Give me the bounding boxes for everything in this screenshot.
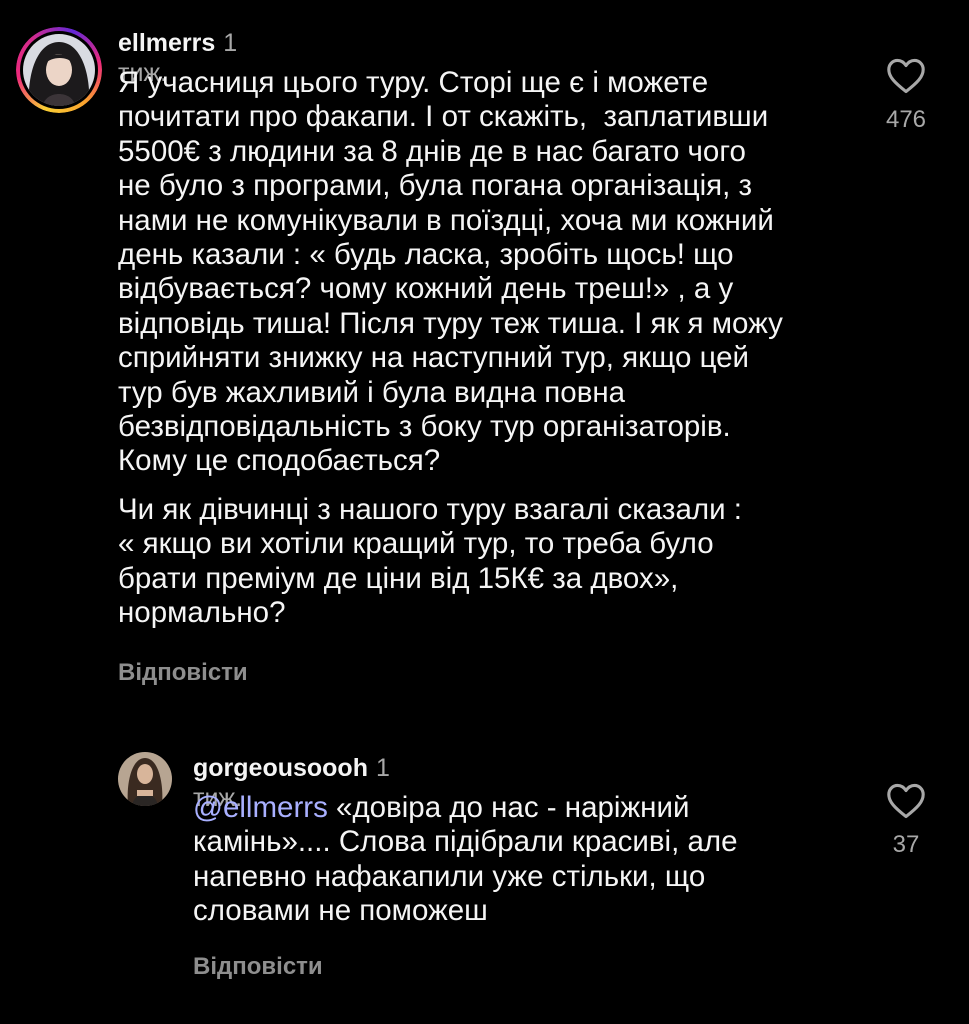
comment-line: безвідповідальність з боку тур організат… [118, 410, 731, 444]
comment-line: нами не комунікували в поїздці, хоча ми … [118, 203, 774, 237]
comment-first-line: @ellmerrs «довіра до нас - наріжний [193, 791, 738, 825]
comment-line: Чи як дівчинці з нашого туру взагалі ска… [118, 492, 742, 526]
avatar [23, 34, 95, 106]
comment-line: « якщо ви хотіли кращий тур, то треба бу… [118, 527, 714, 561]
comment-line: відповідь тиша! Після туру теж тиша. І я… [118, 306, 783, 340]
avatar[interactable] [118, 752, 172, 806]
story-ring [16, 27, 102, 113]
comment-line: словами не поможеш [193, 894, 488, 928]
comment-line: сприйняти знижку на наступний тур, якщо … [118, 341, 750, 375]
avatar-image-icon [23, 34, 95, 106]
comment-line: відбувається? чому кожний день треш!» , … [118, 272, 734, 306]
comment-line: напевно нафакапили уже стільки, що [193, 859, 706, 893]
username[interactable]: gorgeousoooh [193, 754, 368, 782]
comment-paragraph-2: Чи як дівчинці з нашого туру взагалі ска… [118, 493, 783, 631]
username[interactable]: ellmerrs [118, 29, 215, 57]
comment-line: почитати про факапи. І от скажіть, запла… [118, 100, 769, 134]
avatar-story-ring[interactable] [16, 27, 102, 113]
comment-line: не було з програми, була погана організа… [118, 169, 753, 203]
comment-line: брати преміум де ціни від 15К€ за двох», [118, 561, 679, 595]
comment-line: камінь».... Слова підібрали красиві, але [193, 825, 738, 859]
heart-outline-icon [887, 783, 925, 819]
comment-line: Кому це сподобається? [118, 444, 441, 478]
like-button[interactable]: 37 [876, 783, 936, 859]
like-count: 476 [885, 106, 927, 133]
comment-paragraph-1: Я учасниця цього туру. Сторі ще є і може… [118, 66, 783, 479]
comment-text: Я учасниця цього туру. Сторі ще є і може… [118, 66, 783, 631]
mention-link[interactable]: @ellmerrs [193, 791, 328, 824]
comment-text: @ellmerrs «довіра до нас - наріжний камі… [193, 791, 738, 929]
comment-line: Я учасниця цього туру. Сторі ще є і може… [118, 66, 709, 99]
heart-outline-icon [887, 58, 925, 94]
first-line-text: «довіра до нас - наріжний [327, 791, 690, 824]
avatar-image-icon [118, 752, 172, 806]
comment-line: тур був жахливий і була видна повна [118, 375, 626, 409]
comment-line: день казали : « будь ласка, зробіть щось… [118, 238, 734, 272]
like-button[interactable]: 476 [876, 58, 936, 134]
comment-line: нормально? [118, 596, 286, 630]
reply-button[interactable]: Відповісти [118, 659, 248, 687]
reply-button[interactable]: Відповісти [193, 953, 323, 981]
like-count: 37 [892, 831, 920, 858]
comment-paragraph: камінь».... Слова підібрали красиві, але… [193, 825, 738, 928]
comment-line: 5500€ з людини за 8 днів де в нас багато… [118, 134, 746, 168]
